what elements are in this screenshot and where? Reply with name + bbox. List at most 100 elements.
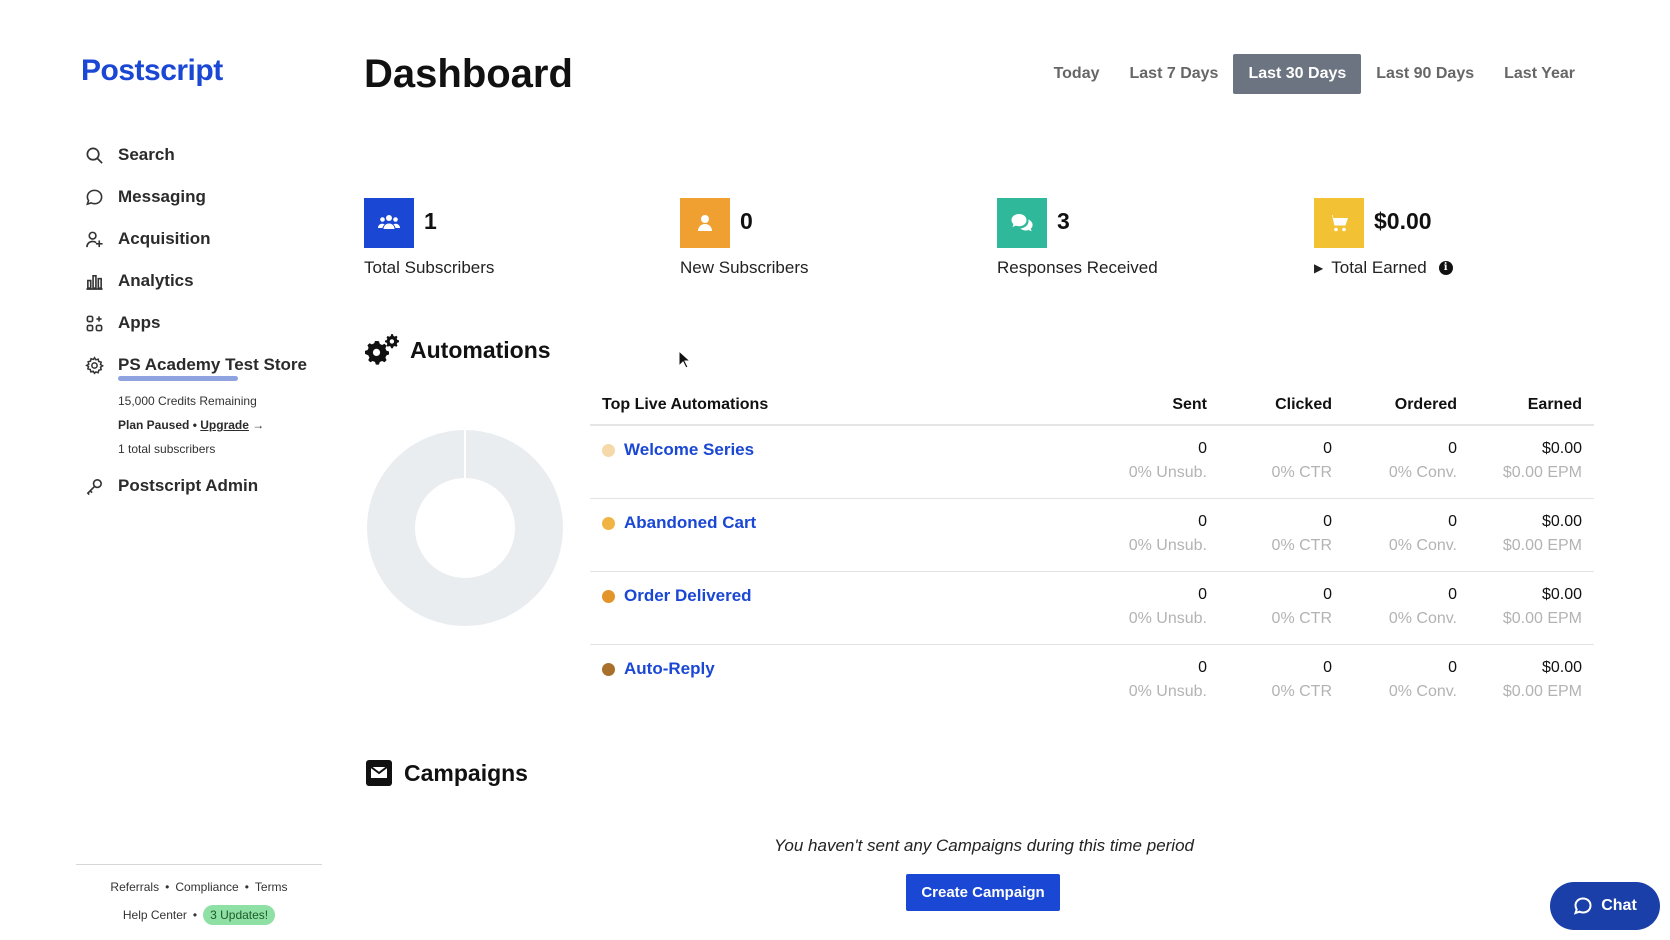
ordered-value: 0 xyxy=(1448,586,1457,603)
sidebar-item-acquisition[interactable]: Acquisition xyxy=(84,218,324,260)
table-row: Auto-Reply 0 0% Unsub. 0 0% CTR 0 0% Conv. … xyxy=(590,645,1594,718)
page-title: Dashboard xyxy=(364,52,573,96)
chat-button[interactable]: Chat xyxy=(1550,882,1660,930)
message-icon xyxy=(84,187,104,207)
conv-rate: 0% Conv. xyxy=(1388,464,1457,481)
earned-value: $0.00 xyxy=(1541,586,1582,603)
earned-value: $0.00 xyxy=(1541,440,1582,457)
total-earned-toggle[interactable]: ▶ Total Earned i xyxy=(1314,258,1453,278)
sidebar-item-search[interactable]: Search xyxy=(84,134,324,176)
sent-value: 0 xyxy=(1198,440,1207,457)
stat-total-earned: $0.00 ▶ Total Earned i xyxy=(1314,198,1453,277)
status-dot xyxy=(602,663,615,676)
sidebar-item-apps[interactable]: Apps xyxy=(84,302,324,344)
referrals-link[interactable]: Referrals xyxy=(110,880,159,894)
campaigns-header: Campaigns xyxy=(364,758,528,788)
automation-link-auto-reply[interactable]: Auto-Reply xyxy=(624,659,715,679)
stat-label: Total Subscribers xyxy=(364,258,495,277)
postscript-logo[interactable]: Postscript xyxy=(81,54,223,88)
column-header-clicked[interactable]: Clicked xyxy=(1219,396,1344,414)
stat-value: 0 xyxy=(740,208,753,234)
stat-label: Total Earned xyxy=(1331,258,1427,277)
sidebar-item-label: Search xyxy=(118,145,175,164)
column-header-name[interactable]: Top Live Automations xyxy=(590,396,1094,414)
sidebar-item-label: Apps xyxy=(118,313,161,332)
search-icon xyxy=(84,145,104,165)
updates-badge[interactable]: 3 Updates! xyxy=(203,905,276,925)
sidebar-nav: Search Messaging Acquisition Analytics A… xyxy=(84,134,324,386)
table-row: Abandoned Cart 0 0% Unsub. 0 0% CTR 0 0% Co… xyxy=(590,499,1594,572)
sent-value: 0 xyxy=(1198,659,1207,676)
sidebar-item-messaging[interactable]: Messaging xyxy=(84,176,324,218)
sidebar-item-label: Acquisition xyxy=(118,229,211,248)
ctr-rate: 0% CTR xyxy=(1271,464,1332,481)
unsub-rate: 0% Unsub. xyxy=(1128,683,1207,700)
terms-link[interactable]: Terms xyxy=(255,880,288,894)
upgrade-link[interactable]: Upgrade xyxy=(200,418,249,432)
earned-value: $0.00 xyxy=(1541,659,1582,676)
create-campaign-button[interactable]: Create Campaign xyxy=(906,874,1060,911)
table-header: Top Live Automations Sent Clicked Ordere… xyxy=(590,386,1594,426)
sidebar-item-label: Messaging xyxy=(118,187,206,206)
status-dot xyxy=(602,517,615,530)
sent-value: 0 xyxy=(1198,586,1207,603)
gear-icon xyxy=(84,355,104,375)
table-row: Welcome Series 0 0% Unsub. 0 0% CTR 0 0% Co… xyxy=(590,426,1594,499)
stat-new-subscribers: 0 New Subscribers xyxy=(680,198,809,277)
stat-value: 3 xyxy=(1057,208,1070,234)
tab-today[interactable]: Today xyxy=(1039,54,1115,94)
tab-last-year[interactable]: Last Year xyxy=(1489,54,1590,94)
ordered-value: 0 xyxy=(1448,659,1457,676)
column-header-earned[interactable]: Earned xyxy=(1469,396,1594,414)
footer-help-row: Help Center • 3 Updates! xyxy=(76,905,322,925)
envelope-icon xyxy=(364,758,394,788)
automation-link-order-delivered[interactable]: Order Delivered xyxy=(624,586,752,606)
column-header-ordered[interactable]: Ordered xyxy=(1344,396,1469,414)
automation-link-welcome-series[interactable]: Welcome Series xyxy=(624,440,754,460)
arrow-right-icon: → xyxy=(252,418,265,432)
ctr-rate: 0% CTR xyxy=(1271,537,1332,554)
stat-value: $0.00 xyxy=(1374,208,1432,234)
key-icon xyxy=(84,476,104,496)
stat-responses-received: 3 Responses Received xyxy=(997,198,1158,277)
tab-last-30-days[interactable]: Last 30 Days xyxy=(1233,54,1362,94)
help-center-link[interactable]: Help Center xyxy=(123,908,187,922)
epm-value: $0.00 EPM xyxy=(1502,464,1582,481)
conv-rate: 0% Conv. xyxy=(1388,683,1457,700)
plan-status-line: Plan Paused • Upgrade → xyxy=(118,418,265,432)
sent-value: 0 xyxy=(1198,513,1207,530)
credits-remaining: 15,000 Credits Remaining xyxy=(118,394,257,408)
sidebar-item-analytics[interactable]: Analytics xyxy=(84,260,324,302)
epm-value: $0.00 EPM xyxy=(1502,610,1582,627)
bar-chart-icon xyxy=(84,271,104,291)
sidebar: Postscript Search Messaging Acquisition … xyxy=(0,0,330,940)
tab-last-90-days[interactable]: Last 90 Days xyxy=(1361,54,1489,94)
status-dot xyxy=(602,444,615,457)
stat-total-subscribers: 1 Total Subscribers xyxy=(364,198,494,277)
column-header-sent[interactable]: Sent xyxy=(1094,396,1219,414)
unsub-rate: 0% Unsub. xyxy=(1128,464,1207,481)
automations-title: Automations xyxy=(410,336,551,363)
info-icon[interactable]: i xyxy=(1438,261,1453,275)
date-range-tabs: Today Last 7 Days Last 30 Days Last 90 D… xyxy=(1039,54,1590,94)
sidebar-item-postscript-admin[interactable]: Postscript Admin xyxy=(84,465,324,507)
automations-donut-chart xyxy=(367,429,563,626)
automation-link-abandoned-cart[interactable]: Abandoned Cart xyxy=(624,513,756,533)
mouse-cursor-icon xyxy=(678,350,692,369)
tab-last-7-days[interactable]: Last 7 Days xyxy=(1115,54,1234,94)
user-plus-icon xyxy=(84,229,104,249)
sidebar-admin: Postscript Admin xyxy=(84,465,324,507)
ordered-value: 0 xyxy=(1448,440,1457,457)
footer-links: Referrals • Compliance • Terms xyxy=(110,880,288,894)
automations-header: Automations xyxy=(364,333,551,367)
compliance-link[interactable]: Compliance xyxy=(175,880,238,894)
apps-icon xyxy=(84,313,104,333)
sidebar-item-label: Analytics xyxy=(118,271,194,290)
unsub-rate: 0% Unsub. xyxy=(1128,537,1207,554)
user-icon xyxy=(680,198,730,248)
status-dot xyxy=(602,590,615,603)
campaigns-empty-message: You haven't sent any Campaigns during th… xyxy=(774,836,1194,855)
sidebar-divider xyxy=(76,864,322,865)
stats-row: 1 Total Subscribers 0 New Subscribers 3 … xyxy=(364,198,1634,278)
conv-rate: 0% Conv. xyxy=(1388,610,1457,627)
